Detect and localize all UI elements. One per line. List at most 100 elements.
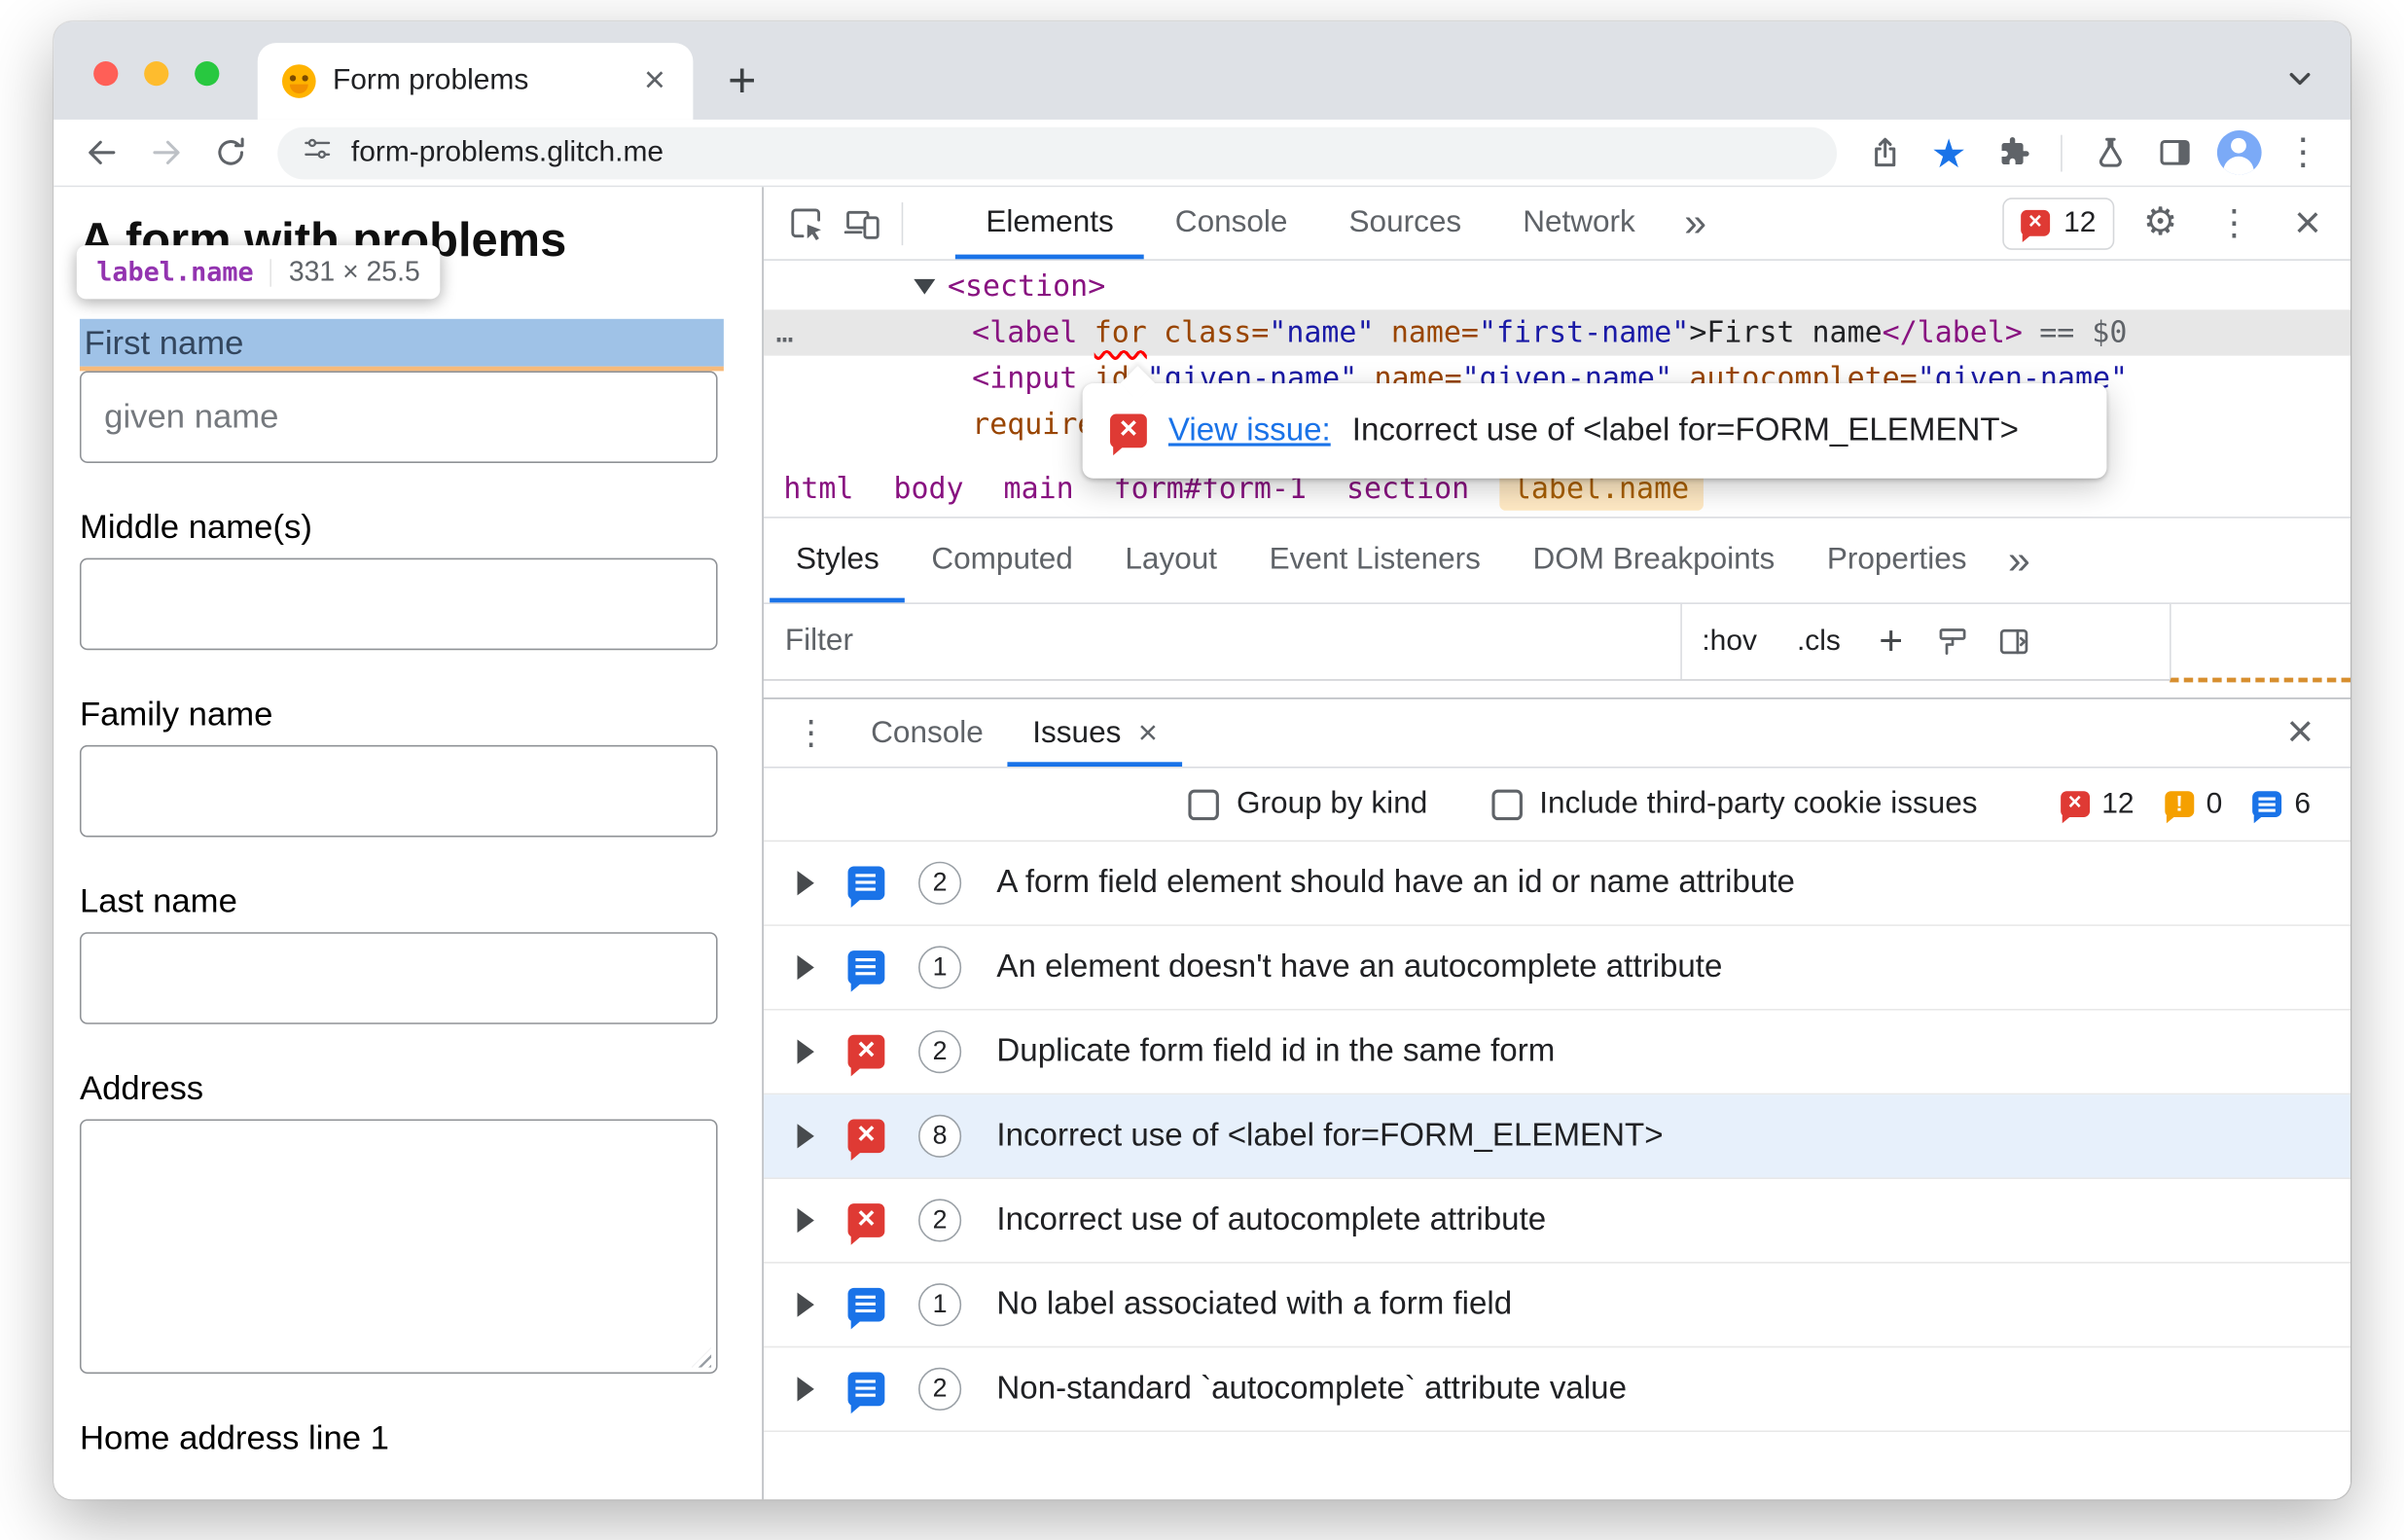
drawer-tab-issues[interactable]: Issues × <box>1008 699 1183 767</box>
browser-tab[interactable]: Form problems × <box>257 43 694 120</box>
maximize-button[interactable] <box>195 61 220 87</box>
devtools-tabs: Elements Console Sources Network » <box>954 187 1725 260</box>
expand-caret-icon[interactable] <box>797 1292 814 1317</box>
tab-computed[interactable]: Computed <box>906 519 1099 603</box>
group-by-kind-checkbox[interactable] <box>1189 788 1220 820</box>
drawer-tab-console[interactable]: Console <box>846 699 1008 767</box>
address-label: Address <box>79 1068 204 1107</box>
toggle-hover-state-button[interactable]: :hov <box>1682 625 1777 659</box>
side-panel-icon[interactable] <box>2145 124 2204 182</box>
webpage-viewport: label.name 331 × 25.5 A form with proble… <box>54 187 763 1500</box>
issues-list: 2 A form field element should have an id… <box>763 842 2351 1499</box>
tab-dom-breakpoints[interactable]: DOM Breakpoints <box>1507 519 1801 603</box>
reload-button[interactable] <box>200 124 259 182</box>
devtools-close-icon[interactable]: × <box>2280 196 2336 251</box>
middle-name-input[interactable] <box>79 557 718 651</box>
issue-row[interactable]: 1 No label associated with a form field <box>763 1264 2351 1348</box>
site-settings-icon[interactable] <box>302 133 333 171</box>
first-name-input[interactable] <box>79 371 718 463</box>
error-icon <box>2020 209 2050 243</box>
third-party-toggle[interactable]: Include third-party cookie issues <box>1491 786 1978 821</box>
breadcrumb-html[interactable]: html <box>783 472 853 506</box>
expand-caret-icon[interactable] <box>797 1377 814 1402</box>
inspect-element-icon[interactable] <box>779 196 835 251</box>
issues-tab-close-icon[interactable]: × <box>1138 715 1158 750</box>
profile-avatar[interactable] <box>2209 124 2268 182</box>
window-controls <box>93 61 220 87</box>
share-icon[interactable] <box>1855 124 1914 182</box>
issue-row[interactable]: 1 An element doesn't have an autocomplet… <box>763 926 2351 1011</box>
expand-caret-icon[interactable] <box>797 1124 814 1149</box>
expand-caret-icon[interactable] <box>797 1039 814 1064</box>
tab-network[interactable]: Network <box>1492 187 1667 259</box>
tab-properties[interactable]: Properties <box>1801 519 1992 603</box>
tooltip-divider <box>269 258 272 286</box>
expand-caret-icon[interactable] <box>797 954 814 981</box>
browser-menu-kebab-icon[interactable]: ⋮ <box>2274 124 2332 182</box>
settings-gear-icon[interactable]: ⚙ <box>2133 196 2188 251</box>
tab-console[interactable]: Console <box>1144 187 1318 259</box>
collapse-caret-icon[interactable] <box>914 278 936 295</box>
issue-count-badge: 2 <box>918 1367 962 1411</box>
address-bar[interactable]: form-problems.glitch.me <box>277 126 1838 179</box>
dom-node-label-selected[interactable]: … <label for class= "name" name= "first-name"… <box>763 309 2351 356</box>
styles-filter-input[interactable] <box>763 603 1681 680</box>
issue-row[interactable]: 2 Incorrect use of autocomplete attribut… <box>763 1179 2351 1264</box>
tooltip-selector: label.name <box>96 256 254 288</box>
view-issue-text: Incorrect use of <label for=FORM_ELEMENT… <box>1351 412 2019 448</box>
tab-sources[interactable]: Sources <box>1318 187 1492 259</box>
tab-layout[interactable]: Layout <box>1099 519 1243 603</box>
devtools-menu-kebab-icon[interactable]: ⋮ <box>2207 196 2262 251</box>
experiments-flask-icon[interactable] <box>2081 124 2139 182</box>
tab-title: Form problems <box>332 64 529 97</box>
view-issue-link[interactable]: View issue: <box>1168 412 1331 449</box>
more-tabs-chevron-icon[interactable]: » <box>1666 187 1725 259</box>
issue-title: No label associated with a form field <box>996 1286 1513 1322</box>
device-toolbar-icon[interactable] <box>834 196 889 251</box>
new-tab-button[interactable]: + <box>711 49 772 110</box>
dom-node-section[interactable]: <section> <box>764 264 2350 309</box>
issue-count-badge: 1 <box>918 946 962 989</box>
issue-row-selected[interactable]: 8 Incorrect use of <label for=FORM_ELEME… <box>763 1094 2351 1179</box>
styles-filter-bar: :hov .cls + <box>763 603 2351 683</box>
issue-row[interactable]: 2 Non-standard `autocomplete` attribute … <box>763 1347 2351 1432</box>
middle-name-label: Middle name(s) <box>79 507 312 547</box>
bookmark-star-icon[interactable]: ★ <box>1920 124 1978 182</box>
last-name-label: Last name <box>79 881 237 920</box>
breadcrumb-main[interactable]: main <box>1004 472 1074 506</box>
inspect-tooltip: label.name 331 × 25.5 <box>76 245 441 300</box>
last-name-input[interactable] <box>79 932 718 1024</box>
expand-caret-icon[interactable] <box>797 1207 814 1234</box>
drawer-menu-kebab-icon[interactable]: ⋮ <box>775 715 845 750</box>
issue-row[interactable]: 2 Duplicate form field id in the same fo… <box>763 1011 2351 1095</box>
issue-title: A form field element should have an id o… <box>996 864 1795 901</box>
close-button[interactable] <box>93 61 119 87</box>
tab-elements[interactable]: Elements <box>954 187 1145 260</box>
tab-styles[interactable]: Styles <box>770 519 906 603</box>
issues-count-badge[interactable]: 12 <box>2002 197 2115 250</box>
more-style-tabs-chevron-icon[interactable]: » <box>1992 537 2045 585</box>
group-by-kind-toggle[interactable]: Group by kind <box>1189 786 1427 821</box>
forward-button[interactable] <box>136 124 195 182</box>
family-name-input[interactable] <box>79 744 718 838</box>
toggle-class-button[interactable]: .cls <box>1776 625 1860 659</box>
third-party-checkbox[interactable] <box>1491 788 1523 820</box>
new-style-rule-plus-icon[interactable]: + <box>1860 618 1921 665</box>
issue-row[interactable]: 2 A form field element should have an id… <box>763 842 2351 926</box>
expand-caret-icon[interactable] <box>797 871 814 896</box>
extensions-puzzle-icon[interactable] <box>1984 124 2042 182</box>
tab-close-icon[interactable]: × <box>641 62 668 100</box>
computed-sidebar-toggle-icon[interactable] <box>1988 616 2040 668</box>
rendering-emulation-icon[interactable] <box>1926 616 1979 668</box>
toolbar-divider <box>901 201 904 245</box>
back-button[interactable] <box>72 124 130 182</box>
third-party-label: Include third-party cookie issues <box>1539 786 1978 821</box>
tab-search-chevron-icon[interactable] <box>2283 61 2317 103</box>
tab-event-listeners[interactable]: Event Listeners <box>1243 519 1507 603</box>
minimize-button[interactable] <box>144 61 169 87</box>
node-options-dots[interactable]: … <box>775 309 796 355</box>
breadcrumb-body[interactable]: body <box>893 472 963 506</box>
drawer-close-icon[interactable]: × <box>2262 709 2338 756</box>
dom-ref-hint: == $0 <box>2039 315 2128 350</box>
address-textarea[interactable] <box>79 1119 718 1375</box>
